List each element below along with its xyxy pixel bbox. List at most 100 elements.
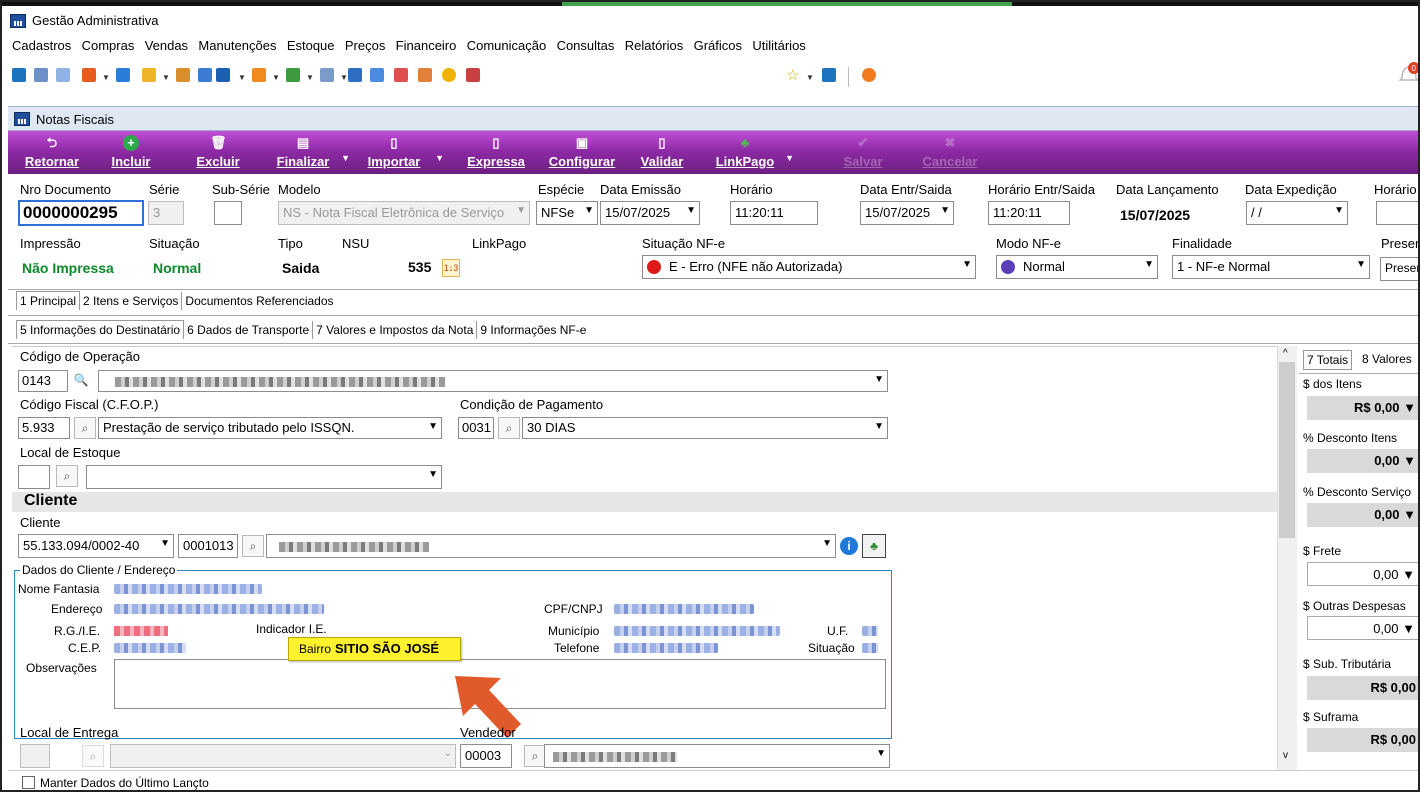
tab-principal[interactable]: 1 Principal — [16, 291, 81, 310]
menu-consultas[interactable]: Consultas — [557, 38, 615, 53]
toolbar-print-icon[interactable] — [320, 68, 334, 82]
tab-destinatario[interactable]: 5 Informações do Destinatário — [16, 320, 185, 339]
toolbar-users-icon[interactable] — [34, 68, 48, 82]
notification-bell-icon[interactable]: 0 — [1398, 60, 1418, 86]
search-icon[interactable]: ⌕ — [498, 417, 520, 439]
tab-transporte[interactable]: 6 Dados de Transporte — [184, 321, 314, 339]
scroll-down-icon[interactable]: v — [1283, 750, 1288, 761]
nsu-sequence-icon[interactable]: 1↓3 — [442, 259, 460, 277]
tab-valores-impostos[interactable]: 7 Valores e Impostos da Nota — [313, 321, 478, 339]
cfop-field[interactable]: 5.933 — [18, 417, 70, 439]
toolbar-list-icon[interactable] — [82, 68, 96, 82]
menu-estoque[interactable]: Estoque — [287, 38, 335, 53]
chevron-down-icon[interactable]: ▼ — [238, 73, 246, 82]
situacao-nfe-select[interactable]: E - Erro (NFE não Autorizada) ▼ — [642, 255, 976, 279]
menu-graficos[interactable]: Gráficos — [694, 38, 742, 53]
toolbar-cards-icon[interactable] — [56, 68, 70, 82]
expressa-button[interactable]: ▯ Expressa — [458, 133, 534, 173]
operacao-description-select[interactable]: ▼ — [98, 370, 888, 392]
toolbar-clients-icon[interactable] — [12, 68, 26, 82]
cliente-name-select[interactable]: ▼ — [266, 534, 836, 558]
scroll-up-icon[interactable]: ^ — [1283, 348, 1288, 359]
toolbar-doc-icon[interactable] — [116, 68, 130, 82]
menu-precos[interactable]: Preços — [345, 38, 385, 53]
chevron-down-icon[interactable]: ▼ — [102, 73, 110, 82]
search-icon[interactable]: ⌕ — [524, 745, 546, 767]
search-icon[interactable]: 🔍 — [70, 370, 92, 392]
chevron-down-icon[interactable]: ▼ — [806, 73, 814, 82]
data-emissao-field[interactable]: 15/07/2025 ▼ — [600, 201, 700, 225]
menu-vendas[interactable]: Vendas — [145, 38, 188, 53]
search-icon[interactable]: ⌕ — [56, 465, 78, 487]
toolbar-money-icon[interactable] — [286, 68, 300, 82]
toolbar-report-icon[interactable] — [348, 68, 362, 82]
cfop-description-select[interactable]: Prestação de serviço tributado pelo ISSQ… — [98, 417, 442, 439]
menu-financeiro[interactable]: Financeiro — [396, 38, 457, 53]
validar-button[interactable]: ▯ Validar — [634, 133, 690, 173]
condicao-cod-field[interactable]: 0031 — [458, 417, 494, 439]
horario-field[interactable]: 11:20:11 — [730, 201, 818, 225]
presenca-select[interactable]: Presen — [1380, 257, 1418, 281]
toolbar-folder-icon[interactable] — [142, 68, 156, 82]
local-entrega-field[interactable] — [20, 744, 50, 768]
tab-totais[interactable]: 7 Totais — [1303, 350, 1353, 370]
vendedor-name-select[interactable]: ▼ — [544, 744, 890, 768]
data-entr-field[interactable]: 15/07/2025 ▼ — [860, 201, 954, 225]
toolbar-cart-icon[interactable] — [216, 68, 230, 82]
nro-documento-field[interactable]: 0000000295 — [18, 200, 144, 226]
cliente-document-select[interactable]: 55.133.094/0002-40 ▼ — [18, 534, 174, 558]
search-icon[interactable]: ⌕ — [82, 745, 104, 767]
data-exped-field[interactable]: / / ▼ — [1246, 201, 1348, 225]
local-entrega-select[interactable]: ⌄ — [110, 744, 456, 768]
incluir-button[interactable]: + Incluir — [102, 133, 160, 173]
excluir-button[interactable]: 🗑 Excluir — [188, 133, 248, 173]
toolbar-invoice-icon[interactable] — [198, 68, 212, 82]
star-icon[interactable]: ☆ — [786, 66, 799, 84]
cancelar-button[interactable]: ✖ Cancelar — [918, 133, 982, 173]
manter-dados-checkbox[interactable] — [22, 776, 35, 789]
toolbar-search-doc-icon[interactable] — [466, 68, 480, 82]
serie-field[interactable]: 3 — [148, 201, 184, 225]
condicao-description-select[interactable]: 30 DIAS ▼ — [522, 417, 888, 439]
modo-nfe-select[interactable]: Normal ▼ — [996, 255, 1158, 279]
toolbar-person-icon[interactable] — [176, 68, 190, 82]
retornar-button[interactable]: ⮌ Retornar — [16, 133, 88, 173]
local-estoque-field[interactable] — [18, 465, 50, 489]
tab-documentos-referenciados[interactable]: Documentos Referenciados — [182, 292, 336, 310]
search-icon[interactable]: ⌕ — [74, 417, 96, 439]
horario-exped-field[interactable] — [1376, 201, 1418, 225]
menu-manutencoes[interactable]: Manutenções — [198, 38, 276, 53]
power-icon[interactable] — [862, 68, 876, 82]
menu-comunicacao[interactable]: Comunicação — [467, 38, 547, 53]
chevron-down-icon[interactable]: ▼ — [272, 73, 280, 82]
money-bag-icon[interactable]: ♣ — [862, 534, 886, 558]
menu-compras[interactable]: Compras — [82, 38, 135, 53]
toolbar-lock-icon[interactable] — [442, 68, 456, 82]
modelo-select[interactable]: NS - Nota Fiscal Eletrônica de Serviço ▼ — [278, 201, 530, 225]
horario-entr-field[interactable]: 11:20:11 — [988, 201, 1070, 225]
vendedor-cod-field[interactable]: 00003 — [460, 744, 512, 768]
linkpago-button[interactable]: ♣ LinkPago ▼ — [710, 133, 794, 173]
salvar-button[interactable]: ✔ Salvar — [838, 133, 888, 173]
menu-relatorios[interactable]: Relatórios — [625, 38, 684, 53]
toolbar-box-icon[interactable] — [252, 68, 266, 82]
frete-field[interactable]: 0,00 ▼ — [1307, 562, 1418, 586]
finalizar-button[interactable]: ▤ Finalizar ▼ — [270, 133, 350, 173]
outras-despesas-field[interactable]: 0,00 ▼ — [1307, 616, 1418, 640]
menu-cadastros[interactable]: Cadastros — [12, 38, 71, 53]
tab-itens-servicos[interactable]: 2 Itens e Serviços — [80, 292, 183, 310]
chevron-down-icon[interactable]: ▼ — [162, 73, 170, 82]
search-icon[interactable]: ⌕ — [242, 535, 264, 557]
chevron-down-icon[interactable]: ▼ — [340, 73, 348, 82]
configurar-button[interactable]: ▣ Configurar — [542, 133, 622, 173]
toolbar-calculator-icon[interactable] — [370, 68, 384, 82]
local-estoque-select[interactable]: ▼ — [86, 465, 442, 489]
scrollbar-thumb[interactable] — [1279, 362, 1295, 538]
toolbar-calendar-icon[interactable] — [394, 68, 408, 82]
menu-utilitarios[interactable]: Utilitários — [752, 38, 805, 53]
cliente-code-field[interactable]: 0001013 — [178, 534, 238, 558]
importar-button[interactable]: ▯ Importar ▼ — [358, 133, 444, 173]
especie-select[interactable]: NFSe ▼ — [536, 201, 598, 225]
finalidade-select[interactable]: 1 - NF-e Normal ▼ — [1172, 255, 1370, 279]
toolbar-window-icon[interactable] — [822, 68, 836, 82]
